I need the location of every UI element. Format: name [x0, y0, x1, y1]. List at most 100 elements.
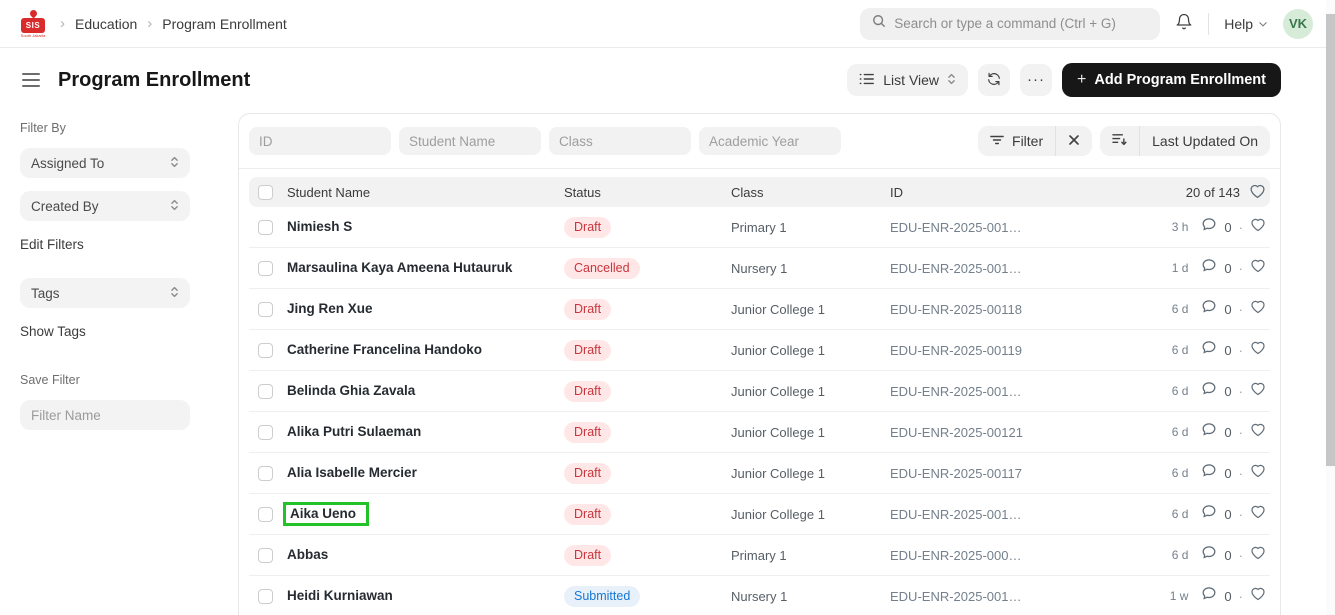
table-row[interactable]: Nimiesh S Draft Primary 1 EDU-ENR-2025-0… — [249, 207, 1270, 248]
more-options-button[interactable]: ··· — [1020, 64, 1052, 96]
comment-icon[interactable] — [1201, 258, 1217, 278]
breadcrumb-program-enrollment[interactable]: Program Enrollment — [162, 16, 287, 32]
table-row[interactable]: Marsaulina Kaya Ameena Hutauruk Cancelle… — [249, 248, 1270, 289]
breadcrumb-education[interactable]: Education — [75, 16, 137, 32]
id-cell[interactable]: EDU-ENR-2025-001… — [890, 261, 1126, 276]
id-cell[interactable]: EDU-ENR-2025-00119 — [890, 343, 1126, 358]
header-student-name[interactable]: Student Name — [287, 185, 564, 200]
header-id[interactable]: ID — [890, 185, 1126, 200]
heart-icon[interactable] — [1250, 381, 1266, 401]
header-status[interactable]: Status — [564, 185, 731, 200]
app-logo[interactable]: SIS South Jakarta — [20, 7, 46, 41]
id-cell[interactable]: EDU-ENR-2025-001… — [890, 384, 1126, 399]
heart-icon[interactable] — [1250, 504, 1266, 524]
table-row[interactable]: Heidi Kurniawan Submitted Nursery 1 EDU-… — [249, 576, 1270, 615]
select-all-checkbox[interactable] — [258, 185, 273, 200]
id-cell[interactable]: EDU-ENR-2025-00121 — [890, 425, 1126, 440]
row-checkbox[interactable] — [258, 466, 273, 481]
heart-icon[interactable] — [1250, 258, 1266, 278]
table-row[interactable]: Jing Ren Xue Draft Junior College 1 EDU-… — [249, 289, 1270, 330]
help-menu[interactable]: Help — [1224, 16, 1268, 32]
add-program-enrollment-button[interactable]: + Add Program Enrollment — [1062, 63, 1281, 97]
id-cell[interactable]: EDU-ENR-2025-00118 — [890, 302, 1126, 317]
id-cell[interactable]: EDU-ENR-2025-001… — [890, 589, 1126, 604]
student-name-link[interactable]: Abbas — [287, 547, 328, 562]
id-cell[interactable]: EDU-ENR-2025-001… — [890, 220, 1126, 235]
heart-icon[interactable] — [1250, 340, 1266, 360]
table-row[interactable]: Abbas Draft Primary 1 EDU-ENR-2025-000… … — [249, 535, 1270, 576]
show-tags-link[interactable]: Show Tags — [20, 324, 210, 339]
edit-filters-link[interactable]: Edit Filters — [20, 237, 210, 252]
heart-icon[interactable] — [1250, 586, 1266, 606]
row-checkbox[interactable] — [258, 548, 273, 563]
id-cell[interactable]: EDU-ENR-2025-000… — [890, 548, 1126, 563]
clear-filter-button[interactable] — [1055, 126, 1092, 156]
comment-icon[interactable] — [1201, 586, 1217, 606]
table-row[interactable]: Belinda Ghia Zavala Draft Junior College… — [249, 371, 1270, 412]
table-body: Nimiesh S Draft Primary 1 EDU-ENR-2025-0… — [239, 207, 1280, 615]
student-name-link[interactable]: Belinda Ghia Zavala — [287, 383, 415, 398]
comment-icon[interactable] — [1201, 299, 1217, 319]
row-checkbox[interactable] — [258, 384, 273, 399]
heart-icon[interactable] — [1250, 463, 1266, 483]
header-class[interactable]: Class — [731, 185, 890, 200]
tags-select[interactable]: Tags — [20, 278, 190, 308]
comment-icon[interactable] — [1201, 463, 1217, 483]
row-checkbox[interactable] — [258, 261, 273, 276]
student-name-link[interactable]: Marsaulina Kaya Ameena Hutauruk — [287, 260, 512, 275]
row-count[interactable]: 20 of 143 — [1186, 185, 1240, 200]
row-checkbox[interactable] — [258, 220, 273, 235]
row-checkbox[interactable] — [258, 507, 273, 522]
scrollbar-track[interactable] — [1326, 0, 1335, 615]
student-name-link[interactable]: Aika Ueno — [283, 502, 369, 526]
filter-button[interactable]: Filter — [978, 126, 1055, 156]
heart-icon[interactable] — [1250, 422, 1266, 442]
comment-count: 0 — [1224, 261, 1231, 276]
student-name-link[interactable]: Heidi Kurniawan — [287, 588, 393, 603]
avatar[interactable]: VK — [1283, 9, 1313, 39]
table-row[interactable]: Aika Ueno Draft Junior College 1 EDU-ENR… — [249, 494, 1270, 535]
refresh-button[interactable] — [978, 64, 1010, 96]
heart-icon[interactable] — [1250, 299, 1266, 319]
id-filter-input[interactable] — [249, 127, 391, 155]
search-input[interactable] — [894, 16, 1148, 31]
id-cell[interactable]: EDU-ENR-2025-001… — [890, 507, 1126, 522]
id-cell[interactable]: EDU-ENR-2025-00117 — [890, 466, 1126, 481]
filter-name-input[interactable] — [20, 400, 190, 430]
view-switcher-button[interactable]: List View — [847, 64, 968, 96]
heart-icon[interactable] — [1250, 217, 1266, 237]
student-name-filter-input[interactable] — [399, 127, 541, 155]
comment-icon[interactable] — [1201, 217, 1217, 237]
table-row[interactable]: Alika Putri Sulaeman Draft Junior Colleg… — [249, 412, 1270, 453]
table-row[interactable]: Catherine Francelina Handoko Draft Junio… — [249, 330, 1270, 371]
comment-icon[interactable] — [1201, 340, 1217, 360]
sort-direction-button[interactable] — [1100, 126, 1139, 156]
row-checkbox[interactable] — [258, 343, 273, 358]
student-name-link[interactable]: Alia Isabelle Mercier — [287, 465, 417, 480]
assigned-to-select[interactable]: Assigned To — [20, 148, 190, 178]
status-badge: Submitted — [564, 586, 640, 607]
row-checkbox[interactable] — [258, 589, 273, 604]
notifications-button[interactable] — [1175, 13, 1193, 34]
academic-year-filter-input[interactable] — [699, 127, 841, 155]
updated-time: 6 d — [1172, 343, 1189, 357]
class-filter-input[interactable] — [549, 127, 691, 155]
student-name-link[interactable]: Jing Ren Xue — [287, 301, 373, 316]
sort-field-button[interactable]: Last Updated On — [1139, 126, 1270, 156]
row-checkbox[interactable] — [258, 425, 273, 440]
heart-icon[interactable] — [1249, 183, 1266, 202]
comment-icon[interactable] — [1201, 381, 1217, 401]
comment-icon[interactable] — [1201, 504, 1217, 524]
student-name-link[interactable]: Nimiesh S — [287, 219, 352, 234]
heart-icon[interactable] — [1250, 545, 1266, 565]
global-search[interactable] — [860, 8, 1160, 40]
row-checkbox[interactable] — [258, 302, 273, 317]
comment-icon[interactable] — [1201, 422, 1217, 442]
table-row[interactable]: Alia Isabelle Mercier Draft Junior Colle… — [249, 453, 1270, 494]
student-name-link[interactable]: Alika Putri Sulaeman — [287, 424, 421, 439]
scrollbar-thumb[interactable] — [1326, 14, 1335, 466]
student-name-link[interactable]: Catherine Francelina Handoko — [287, 342, 482, 357]
sidebar-toggle-icon[interactable] — [22, 73, 40, 87]
comment-icon[interactable] — [1201, 545, 1217, 565]
created-by-select[interactable]: Created By — [20, 191, 190, 221]
